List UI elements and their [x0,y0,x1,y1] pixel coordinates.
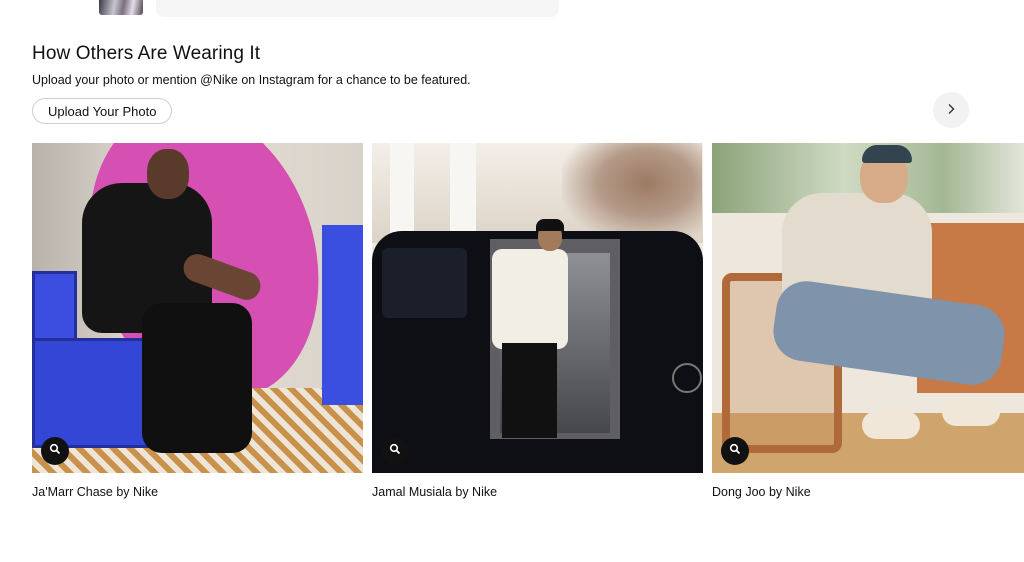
card-caption[interactable]: Ja'Marr Chase by Nike [32,485,158,499]
carousel-card[interactable]: Dong Joo by Nike [712,143,1024,499]
card-caption[interactable]: Jamal Musiala by Nike [372,485,497,499]
carousel-next-button[interactable] [933,92,969,128]
search-icon [729,442,741,460]
search-icon [49,442,61,460]
search-icon [389,442,401,460]
section-subtitle: Upload your photo or mention @Nike on In… [32,73,471,87]
section-title: How Others Are Wearing It [32,43,261,64]
zoom-button[interactable] [721,437,749,465]
card-photo[interactable] [712,143,1024,473]
zoom-button[interactable] [41,437,69,465]
card-caption[interactable]: Dong Joo by Nike [712,485,811,499]
ugc-section: How Others Are Wearing It Upload your ph… [0,0,1024,562]
card-photo[interactable] [372,143,703,473]
previous-row-thumbnail[interactable] [99,0,143,15]
previous-row-panel [156,0,559,17]
card-photo[interactable] [32,143,363,473]
upload-photo-button[interactable]: Upload Your Photo [32,98,173,124]
zoom-button[interactable] [381,437,409,465]
chevron-right-icon [945,103,957,118]
carousel-card[interactable]: Ja'Marr Chase by Nike [32,143,363,499]
carousel-card[interactable]: Jamal Musiala by Nike [372,143,703,499]
photo-carousel[interactable]: Ja'Marr Chase by Nike Jamal Musiala by N… [32,143,1024,513]
